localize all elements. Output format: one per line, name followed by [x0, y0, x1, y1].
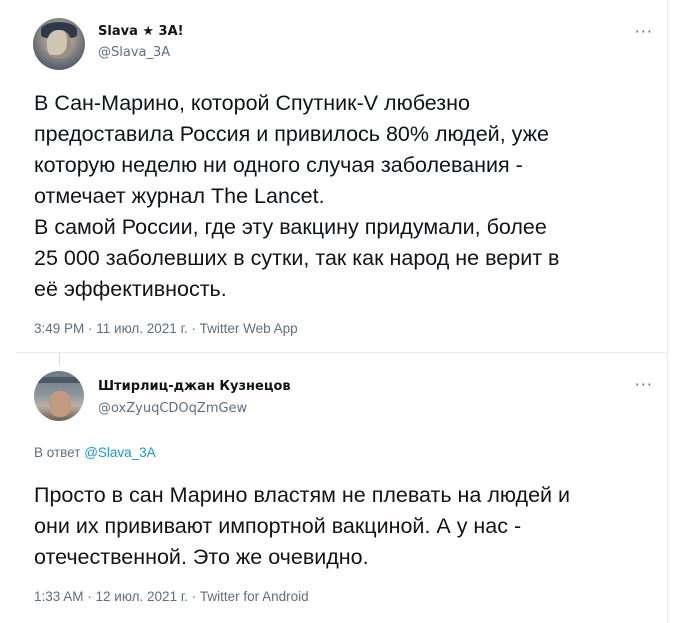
tweet-text: Просто в сан Марино властям не плевать н…	[34, 483, 571, 569]
more-icon[interactable]: ···	[635, 22, 653, 41]
reply-prefix: В ответ	[34, 445, 81, 460]
avatar-background	[34, 377, 84, 383]
reply-to-line: В ответ @Slava_3A	[34, 445, 156, 460]
avatar-face	[47, 30, 71, 58]
author-name[interactable]: Штирлиц-джан Кузнецов	[98, 379, 291, 394]
main-tweet[interactable]: Slava ★ 3A! @Slava_3A ··· В Сан-Марино, …	[16, 0, 668, 353]
more-icon[interactable]: ···	[635, 375, 653, 394]
author-name[interactable]: Slava ★ 3A!	[98, 24, 184, 39]
author-handle[interactable]: @Slava_3A	[98, 45, 170, 60]
reply-mention-link[interactable]: @Slava_3A	[84, 445, 156, 460]
tweet-meta[interactable]: 1:33 AM · 12 июл. 2021 г. · Twitter for …	[34, 589, 309, 604]
reply-tweet[interactable]: Штирлиц-джан Кузнецов @oxZyuqCDOqZmGew ·…	[16, 353, 668, 623]
tweet-text: В Сан-Марино, которой Спутник-V любезно …	[34, 91, 560, 301]
avatar[interactable]	[34, 371, 84, 421]
tweet-meta[interactable]: 3:49 PM · 11 июл. 2021 г. · Twitter Web …	[34, 321, 298, 336]
avatar-face	[49, 391, 71, 417]
avatar[interactable]	[33, 18, 85, 70]
author-handle[interactable]: @oxZyuqCDOqZmGew	[98, 401, 247, 416]
